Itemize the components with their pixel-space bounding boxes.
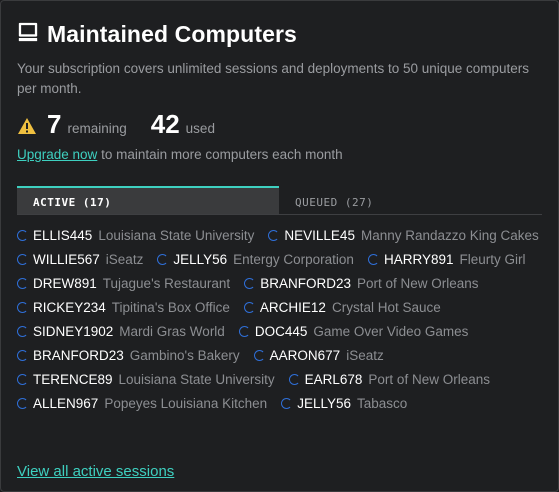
active-sessions-list: ELLIS445 Louisiana State University NEVIL… — [17, 225, 545, 413]
organization-name: Crystal Hot Sauce — [331, 299, 441, 315]
list-item[interactable]: BRANFORD23 Port of New Orleans — [244, 273, 479, 293]
list-item[interactable]: HARRY891 Fleurty Girl — [367, 249, 526, 269]
upgrade-message: Upgrade now to maintain more computers e… — [17, 147, 542, 162]
loading-spinner-icon — [281, 397, 293, 409]
computer-name: ARCHIE12 — [259, 299, 326, 315]
upgrade-text: to maintain more computers each month — [97, 147, 343, 162]
organization-name: iSeatz — [346, 347, 384, 363]
list-item[interactable]: NEVILLE45 Manny Randazzo King Cakes — [268, 225, 539, 245]
loading-spinner-icon — [17, 373, 28, 385]
computer-icon — [17, 21, 39, 48]
computer-name: HARRY891 — [383, 251, 454, 267]
remaining-label: remaining — [67, 121, 127, 136]
list-item[interactable]: ALLEN967 Popeyes Louisiana Kitchen — [17, 393, 267, 413]
computer-name: JELLY56 — [297, 395, 351, 411]
loading-spinner-icon — [367, 253, 379, 265]
list-item[interactable]: DOC445 Game Over Video Games — [238, 321, 469, 341]
list-item[interactable]: RICKEY234 Tipitina's Box Office — [17, 297, 230, 317]
computer-name: EARL678 — [304, 371, 363, 387]
tab-queued[interactable]: QUEUED (27) — [279, 186, 541, 214]
computer-name: DOC445 — [254, 323, 308, 339]
list-item[interactable]: DREW891 Tujague's Restaurant — [17, 273, 230, 293]
organization-name: Tipitina's Box Office — [111, 299, 230, 315]
computer-name: BRANFORD23 — [33, 347, 124, 363]
computer-name: DREW891 — [33, 275, 97, 291]
organization-name: Entergy Corporation — [233, 251, 354, 267]
loading-spinner-icon — [157, 253, 169, 265]
computer-name: TERENCE89 — [33, 371, 113, 387]
loading-spinner-icon — [288, 373, 300, 385]
loading-spinner-icon — [17, 325, 28, 337]
organization-name: Game Over Video Games — [313, 323, 469, 339]
list-item[interactable]: BRANFORD23 Gambino's Bakery — [17, 345, 240, 365]
page-title: Maintained Computers — [47, 20, 297, 47]
warning-icon — [17, 115, 41, 138]
loading-spinner-icon — [17, 397, 28, 409]
upgrade-link[interactable]: Upgrade now — [17, 147, 97, 162]
organization-name: Gambino's Bakery — [129, 347, 240, 363]
list-item[interactable]: AARON677 iSeatz — [253, 345, 384, 365]
loading-spinner-icon — [243, 301, 255, 313]
subscription-description: Your subscription covers unlimited sessi… — [17, 61, 530, 96]
computer-name: AARON677 — [269, 347, 341, 363]
organization-name: Fleurty Girl — [459, 251, 526, 267]
computer-name: ALLEN967 — [33, 395, 99, 411]
loading-spinner-icon — [17, 277, 28, 289]
loading-spinner-icon — [17, 253, 28, 265]
panel-header: Maintained Computers — [17, 19, 542, 49]
computer-name: BRANFORD23 — [260, 275, 351, 291]
organization-name: Louisiana State University — [118, 371, 275, 387]
loading-spinner-icon — [268, 229, 280, 241]
list-item[interactable]: JELLY56 Tabasco — [281, 393, 407, 413]
used-count: 42 — [150, 109, 180, 139]
maintained-computers-panel: Maintained Computers Your subscription c… — [0, 0, 559, 492]
organization-name: iSeatz — [105, 251, 144, 267]
computer-name: RICKEY234 — [33, 299, 106, 315]
computer-name: ELLIS445 — [33, 227, 93, 243]
loading-spinner-icon — [17, 301, 28, 313]
computer-name: SIDNEY1902 — [33, 323, 114, 339]
organization-name: Mardi Gras World — [119, 323, 225, 339]
list-item[interactable]: JELLY56 Entergy Corporation — [157, 249, 354, 269]
computer-name: WILLIE567 — [33, 251, 100, 267]
computer-name: NEVILLE45 — [284, 227, 355, 243]
computer-name: JELLY56 — [173, 251, 228, 267]
view-all-sessions-link[interactable]: View all active sessions — [17, 463, 174, 480]
loading-spinner-icon — [244, 277, 256, 289]
remaining-count: 7 — [47, 109, 62, 139]
list-item[interactable]: EARL678 Port of New Orleans — [288, 369, 490, 389]
loading-spinner-icon — [238, 325, 250, 337]
organization-name: Port of New Orleans — [356, 275, 479, 291]
tab-active[interactable]: ACTIVE (17) — [17, 186, 279, 214]
loading-spinner-icon — [17, 229, 28, 241]
organization-name: Louisiana State University — [98, 227, 255, 243]
list-item[interactable]: TERENCE89 Louisiana State University — [17, 369, 275, 389]
used-stat: 42 used — [151, 109, 215, 140]
list-item[interactable]: ARCHIE12 Crystal Hot Sauce — [243, 297, 441, 317]
organization-name: Popeyes Louisiana Kitchen — [104, 395, 268, 411]
organization-name: Manny Randazzo King Cakes — [360, 227, 539, 243]
organization-name: Tujague's Restaurant — [102, 275, 231, 291]
loading-spinner-icon — [253, 349, 265, 361]
usage-stats: 7 remaining 42 used — [17, 109, 542, 139]
list-item[interactable]: SIDNEY1902 Mardi Gras World — [17, 321, 225, 341]
organization-name: Tabasco — [356, 395, 408, 411]
remaining-stat: 7 remaining — [17, 109, 127, 140]
loading-spinner-icon — [17, 349, 28, 361]
list-item[interactable]: WILLIE567 iSeatz — [17, 249, 143, 269]
session-tabs: ACTIVE (17) QUEUED (27) — [17, 186, 542, 215]
list-item[interactable]: ELLIS445 Louisiana State University — [17, 225, 254, 245]
organization-name: Port of New Orleans — [368, 371, 490, 387]
used-label: used — [185, 121, 215, 136]
